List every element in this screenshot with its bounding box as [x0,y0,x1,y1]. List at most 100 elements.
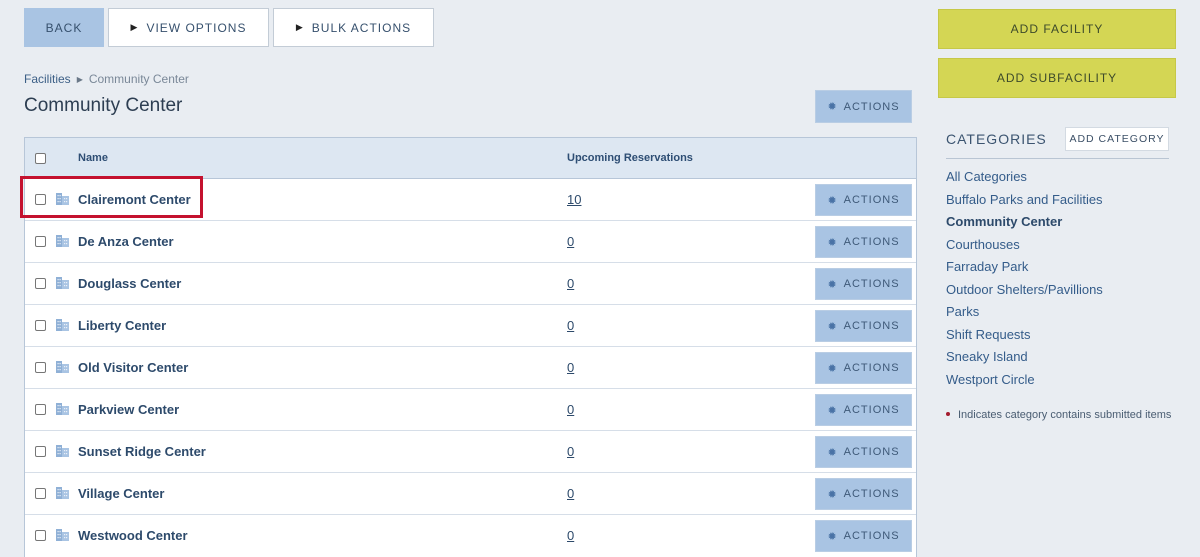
gear-icon: ✹ [827,488,838,501]
table-row: Douglass Center 0 ✹ ACTIONS [25,263,916,305]
row-checkbox[interactable] [35,194,46,205]
row-checkbox[interactable] [35,446,46,457]
gear-icon: ✹ [827,446,838,459]
add-subfacility-button[interactable]: ADD SUBFACILITY [938,58,1176,98]
row-checkbox[interactable] [35,236,46,247]
reservations-count-link[interactable]: 10 [567,192,581,207]
table-row: Clairemont Center 10 ✹ ACTIONS [25,179,916,221]
row-actions-button[interactable]: ✹ ACTIONS [815,310,912,342]
building-icon [56,319,69,331]
column-header-name[interactable]: Name [78,152,108,164]
back-button[interactable]: BACK [24,8,104,47]
back-button-label: BACK [45,20,83,35]
row-actions-button[interactable]: ✹ ACTIONS [815,268,912,300]
category-legend: Indicates category contains submitted it… [946,406,1176,424]
facility-name-link[interactable]: Village Center [78,486,164,501]
row-actions-label: ACTIONS [843,362,900,374]
row-checkbox[interactable] [35,320,46,331]
facility-name-link[interactable]: Liberty Center [78,318,166,333]
row-actions-label: ACTIONS [843,446,900,458]
facility-name-link[interactable]: Parkview Center [78,402,179,417]
category-item[interactable]: Shift Requests [946,326,1103,349]
table-row: Old Visitor Center 0 ✹ ACTIONS [25,347,916,389]
select-all-checkbox[interactable] [35,153,46,164]
facility-name-link[interactable]: Clairemont Center [78,192,191,207]
reservations-count-link[interactable]: 0 [567,360,574,375]
triangle-right-icon: ▶ [295,22,304,32]
gear-icon: ✹ [827,404,838,417]
row-actions-button[interactable]: ✹ ACTIONS [815,520,912,552]
row-actions-button[interactable]: ✹ ACTIONS [815,478,912,510]
table-header: Name Upcoming Reservations [25,138,916,179]
building-icon [56,487,69,499]
category-item[interactable]: Buffalo Parks and Facilities [946,191,1103,214]
bulk-actions-label: BULK ACTIONS [311,20,412,35]
gear-icon: ✹ [827,278,838,291]
categories-heading: CATEGORIES [946,131,1047,147]
facility-name-link[interactable]: Old Visitor Center [78,360,188,375]
facilities-table: Name Upcoming Reservations Clairemont Ce… [24,137,917,557]
category-item[interactable]: Farraday Park [946,258,1103,281]
facility-name-link[interactable]: De Anza Center [78,234,174,249]
row-actions-button[interactable]: ✹ ACTIONS [815,226,912,258]
legend-text: Indicates category contains submitted it… [958,409,1172,421]
row-checkbox[interactable] [35,278,46,289]
submitted-dot-icon [946,412,950,416]
building-icon [56,235,69,247]
add-category-label: ADD CATEGORY [1069,133,1165,145]
row-actions-button[interactable]: ✹ ACTIONS [815,184,912,216]
building-icon [56,445,69,457]
category-item[interactable]: Outdoor Shelters/Pavillions [946,281,1103,304]
row-checkbox[interactable] [35,404,46,415]
category-item[interactable]: Westport Circle [946,371,1103,394]
add-facility-button[interactable]: ADD FACILITY [938,9,1176,49]
reservations-count-link[interactable]: 0 [567,318,574,333]
column-header-reservations[interactable]: Upcoming Reservations [567,152,693,164]
category-list: All Categories Buffalo Parks and Faciliti… [946,168,1103,393]
bulk-actions-button[interactable]: ▶ BULK ACTIONS [273,8,434,47]
gear-icon: ✹ [827,320,838,333]
reservations-count-link[interactable]: 0 [567,402,574,417]
reservations-count-link[interactable]: 0 [567,486,574,501]
facility-name-link[interactable]: Douglass Center [78,276,181,291]
row-actions-button[interactable]: ✹ ACTIONS [815,394,912,426]
row-checkbox[interactable] [35,488,46,499]
page-title: Community Center [24,95,183,116]
gear-icon: ✹ [827,194,838,207]
reservations-count-link[interactable]: 0 [567,444,574,459]
row-actions-label: ACTIONS [843,320,900,332]
row-actions-label: ACTIONS [843,404,900,416]
table-row: Westwood Center 0 ✹ ACTIONS [25,515,916,557]
table-row: Liberty Center 0 ✹ ACTIONS [25,305,916,347]
facility-name-link[interactable]: Westwood Center [78,528,188,543]
category-item[interactable]: Community Center [946,213,1103,236]
building-icon [56,529,69,541]
reservations-count-link[interactable]: 0 [567,528,574,543]
row-actions-label: ACTIONS [843,278,900,290]
building-icon [56,277,69,289]
row-checkbox[interactable] [35,530,46,541]
view-options-button[interactable]: ▶ VIEW OPTIONS [108,8,269,47]
triangle-right-icon: ▶ [130,22,139,32]
table-row: Parkview Center 0 ✹ ACTIONS [25,389,916,431]
row-actions-button[interactable]: ✹ ACTIONS [815,436,912,468]
category-item[interactable]: Sneaky Island [946,348,1103,371]
add-category-button[interactable]: ADD CATEGORY [1065,127,1169,151]
facility-name-link[interactable]: Sunset Ridge Center [78,444,206,459]
page-actions-button[interactable]: ✹ ACTIONS [815,90,912,123]
category-item[interactable]: Parks [946,303,1103,326]
row-checkbox[interactable] [35,362,46,373]
category-item[interactable]: All Categories [946,168,1103,191]
row-actions-button[interactable]: ✹ ACTIONS [815,352,912,384]
row-actions-label: ACTIONS [843,194,900,206]
categories-divider [946,158,1169,159]
reservations-count-link[interactable]: 0 [567,276,574,291]
breadcrumb-facilities-link[interactable]: Facilities [24,72,71,86]
breadcrumb: Facilities ▶ Community Center [24,72,189,86]
gear-icon: ✹ [827,362,838,375]
reservations-count-link[interactable]: 0 [567,234,574,249]
building-icon [56,403,69,415]
breadcrumb-separator-icon: ▶ [76,75,83,84]
add-facility-label: ADD FACILITY [1010,22,1104,36]
category-item[interactable]: Courthouses [946,236,1103,259]
